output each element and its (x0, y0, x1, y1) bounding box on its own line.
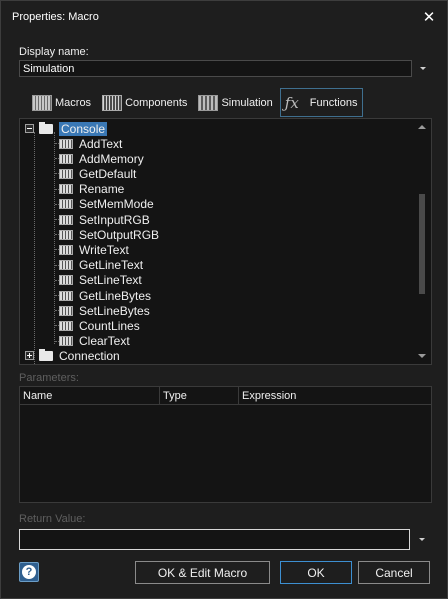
tree-node-function-label: ClearText (79, 334, 130, 349)
tree-node-connection-label: Connection (59, 348, 120, 363)
tree-node-function-label: SetLineText (79, 273, 142, 288)
function-block-icon (59, 229, 73, 240)
tree-node-function[interactable]: AddText (59, 136, 122, 151)
function-block-icon (59, 275, 73, 286)
macros-icon (32, 94, 52, 111)
function-block-icon (59, 184, 73, 195)
parameters-label: Parameters: (19, 372, 79, 384)
tree-node-console[interactable]: Console (25, 121, 108, 136)
tree-node-function-label: SetInputRGB (79, 212, 150, 227)
display-name-value: Simulation (23, 63, 75, 75)
tree-node-function[interactable]: SetInputRGB (59, 212, 150, 227)
help-button[interactable]: ? (19, 562, 39, 582)
function-block-icon (59, 244, 73, 255)
tree-node-function-label: Rename (79, 182, 125, 197)
expand-icon[interactable] (25, 351, 34, 360)
function-block-icon (59, 336, 73, 347)
tab-components[interactable]: Components (98, 88, 191, 117)
tab-bar: Macros Components Simulation ƒx Function… (28, 88, 363, 117)
tab-functions-label: Functions (309, 96, 358, 109)
scroll-thumb[interactable] (419, 194, 425, 294)
function-block-icon (59, 199, 73, 210)
return-value-label: Return Value: (19, 513, 86, 525)
tree-node-function[interactable]: SetMemMode (59, 197, 154, 212)
close-icon[interactable]: ✕ (419, 7, 439, 27)
tree-branch-line (54, 132, 55, 344)
function-block-icon (59, 153, 73, 164)
column-name[interactable]: Name (20, 387, 160, 405)
collapse-icon[interactable] (25, 124, 34, 133)
display-name-dropdown-icon[interactable] (414, 60, 432, 77)
help-icon: ? (22, 565, 36, 579)
tree-node-function-label: SetMemMode (79, 197, 154, 212)
components-icon (102, 94, 123, 111)
ok-edit-macro-button[interactable]: OK & Edit Macro (135, 561, 270, 584)
tree-node-function-label: CountLines (79, 318, 140, 333)
tree-node-connection[interactable]: Connection (25, 348, 120, 363)
scroll-down-icon[interactable] (418, 354, 426, 358)
tree-node-function[interactable]: GetLineText (59, 258, 143, 273)
tree-node-function[interactable]: WriteText (59, 242, 129, 257)
folder-icon (39, 121, 53, 134)
tree-root-line (34, 132, 35, 364)
tree-scrollbar[interactable] (414, 119, 431, 364)
tree-node-function-label: AddMemory (79, 151, 144, 166)
tab-functions[interactable]: ƒx Functions (279, 88, 363, 117)
tab-simulation[interactable]: Simulation (194, 88, 276, 117)
display-name-label: Display name: (19, 46, 89, 58)
fx-icon: ƒx (284, 93, 299, 112)
window-title: Properties: Macro (12, 11, 99, 23)
parameters-grid[interactable]: Name Type Expression (19, 386, 432, 503)
display-name-field[interactable]: Simulation (19, 60, 412, 77)
tree-node-console-label: Console (59, 121, 108, 136)
function-block-icon (59, 305, 73, 316)
function-block-icon (59, 320, 73, 331)
folder-icon (39, 348, 53, 361)
functions-tree[interactable]: Console AddText AddMemory GetDefault Rename… (19, 118, 432, 365)
properties-macro-dialog: Properties: Macro ✕ Display name: Simula… (0, 0, 448, 599)
function-block-icon (59, 168, 73, 179)
tree-node-function[interactable]: CountLines (59, 318, 140, 333)
tree-node-function-label: GetDefault (79, 166, 137, 181)
tree-node-function[interactable]: GetLineBytes (59, 288, 151, 303)
tree-node-function[interactable]: SetOutputRGB (59, 227, 159, 242)
tree-node-function-label: AddText (79, 136, 123, 151)
tree-node-function[interactable]: AddMemory (59, 151, 144, 166)
tab-macros-label: Macros (55, 96, 92, 109)
tree-node-function[interactable]: SetLineBytes (59, 303, 150, 318)
tree-node-function[interactable]: GetDefault (59, 166, 136, 181)
return-value-field[interactable] (19, 529, 410, 550)
tree-node-function-label: SetOutputRGB (79, 227, 160, 242)
return-value-dropdown-icon[interactable] (413, 529, 431, 550)
function-block-icon (59, 290, 73, 301)
column-expression[interactable]: Expression (239, 387, 431, 405)
tree-node-function-label: SetLineBytes (79, 303, 150, 318)
tree-node-function-label: GetLineBytes (79, 288, 152, 303)
cancel-button[interactable]: Cancel (358, 561, 430, 584)
tab-components-label: Components (125, 96, 188, 109)
tree-node-function-label: WriteText (79, 242, 129, 257)
simulation-icon (198, 94, 219, 111)
tree-node-function[interactable]: SetLineText (59, 273, 142, 288)
tab-simulation-label: Simulation (221, 96, 273, 109)
function-block-icon (59, 260, 73, 271)
ok-button[interactable]: OK (280, 561, 352, 584)
tree-node-function[interactable]: Rename (59, 182, 124, 197)
function-block-icon (59, 214, 73, 225)
tree-node-function[interactable]: ClearText (59, 334, 130, 349)
tab-macros[interactable]: Macros (28, 88, 95, 117)
scroll-up-icon[interactable] (418, 125, 426, 129)
title-bar: Properties: Macro ✕ (1, 1, 447, 33)
function-block-icon (59, 138, 73, 149)
tree-node-function-label: GetLineText (79, 258, 144, 273)
column-type[interactable]: Type (160, 387, 239, 405)
